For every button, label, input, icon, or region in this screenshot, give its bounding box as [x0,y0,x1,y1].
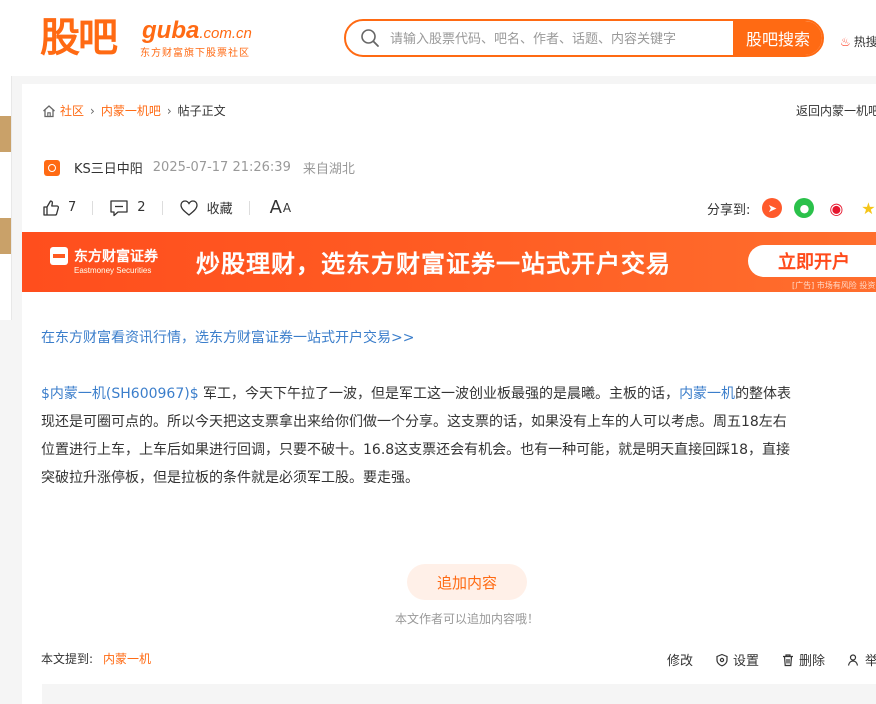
comment-button[interactable]: 2 [109,199,146,217]
divider [161,200,163,215]
site-slogan: 东方财富旗下股票社区 [140,48,250,59]
divider [92,200,94,215]
weibo-share-icon[interactable]: ◉ [826,198,847,218]
divider [248,200,250,215]
settings-button[interactable]: 设置 [715,650,759,669]
hot-search-link[interactable]: ♨ 热搜 [840,33,876,50]
shield-icon [716,653,728,666]
content-line: 突破拉升涨停板，但是拉板的条件就是必须军工股。要走强。 [41,470,419,486]
site-logo[interactable]: 股吧 [40,12,118,64]
star-share-icon[interactable]: ★ [858,198,876,218]
author-info: KS三日中阳 2025-07-17 21:26:39 来自湖北 [44,158,355,177]
stock-link[interactable]: $内蒙一机(SH600967)$ [41,386,199,402]
like-button[interactable]: 7 [42,199,76,217]
chevron-right-icon: › [90,103,95,118]
favorite-button[interactable]: 收藏 [179,198,233,217]
home-icon [43,104,55,117]
eastmoney-logo-icon [50,247,68,265]
post-location: 来自湖北 [302,162,355,177]
eastmoney-share-icon[interactable]: ➤ [762,198,783,218]
comment-count: 2 [137,200,146,215]
banner-title: 炒股理财，选东方财富证券一站式开户交易 [196,250,671,278]
report-icon [847,653,859,666]
thumbs-up-icon [43,199,60,216]
fire-icon: ♨ [840,35,851,49]
post-content: $内蒙一机(SH600967)$ 军工，今天下午拉了一波，但是军工这一波创业板最… [41,380,876,492]
append-content-button[interactable]: 追加内容 [407,564,527,600]
breadcrumb-forum[interactable]: 内蒙一机吧 [101,102,161,119]
stock-name-link[interactable]: 内蒙一机 [679,386,735,402]
wechat-share-icon[interactable]: ● [794,198,815,218]
search-button[interactable]: 股吧搜索 [733,21,822,55]
edit-button[interactable]: 修改 [667,650,693,669]
mention-link[interactable]: 内蒙一机 [103,652,151,666]
post-time: 2025-07-17 21:26:39 [152,160,291,175]
post-card: 社区 › 内蒙一机吧 › 帖子正文 返回内蒙一机吧 KS三日中阳 2025-07… [22,84,876,704]
banner-brand-en: Eastmoney Securities [74,266,152,275]
content-line: 现还是可圈可点的。所以今天把这支票拿出来给你们做一个分享。这支票的话，如果没有上… [41,414,787,430]
breadcrumb-current: 帖子正文 [177,104,226,118]
breadcrumb-home[interactable]: 社区 [60,102,84,119]
content-line: 位置进行上车，上车后如果进行回调，只要不破十。16.8这支票还会有机会。也有一种… [41,442,790,458]
side-strip [0,76,12,320]
breadcrumb: 社区 › 内蒙一机吧 › 帖子正文 [42,102,226,119]
trash-icon [783,653,794,666]
share-label: 分享到: [707,202,751,218]
comment-icon [110,199,128,216]
banner-brand: 东方财富证券 [50,246,158,266]
site-header: 股吧 guba.com.cn 东方财富旗下股票社区 股吧搜索 ♨热搜 [0,0,876,76]
chevron-right-icon: › [166,103,172,118]
ad-banner[interactable]: 东方财富证券 Eastmoney Securities 炒股理财，选东方财富证券… [22,232,876,292]
share-bar: 分享到: ➤ ● ◉ ★ [707,198,876,218]
user-avatar-icon[interactable] [44,159,60,176]
post-operations: 修改 设置 删除 举报 [667,650,876,669]
search-icon [361,29,379,47]
delete-button[interactable]: 删除 [781,650,825,669]
side-tab[interactable] [0,218,11,254]
font-size-toggle[interactable]: AA [270,197,292,218]
promo-link[interactable]: 在东方财富看资讯行情，选东方财富证券一站式开户交易>> [41,327,414,347]
mentioned-stocks: 本文提到: 内蒙一机 [41,650,151,667]
report-button[interactable]: 举报 [847,650,876,669]
like-count: 7 [68,200,77,215]
comment-area [42,684,876,704]
heart-icon [179,199,198,216]
search-box: 股吧搜索 [344,19,824,57]
side-tab[interactable] [0,116,11,152]
open-account-button[interactable]: 立即开户 [748,245,876,277]
search-input[interactable] [388,21,738,55]
banner-disclaimer: [广告] 市场有风险 投资需谨慎 [792,281,876,290]
author-name[interactable]: KS三日中阳 [74,158,143,177]
content-line: $内蒙一机(SH600967)$ 军工，今天下午拉了一波，但是军工这一波创业板最… [41,386,792,402]
append-hint: 本文作者可以追加内容哦！ [394,612,539,626]
post-actions: 7 2 收藏 AA [42,197,291,218]
back-to-forum-link[interactable]: 返回内蒙一机吧 [796,102,876,119]
favorite-label: 收藏 [206,202,233,217]
mention-label: 本文提到: [41,652,94,666]
